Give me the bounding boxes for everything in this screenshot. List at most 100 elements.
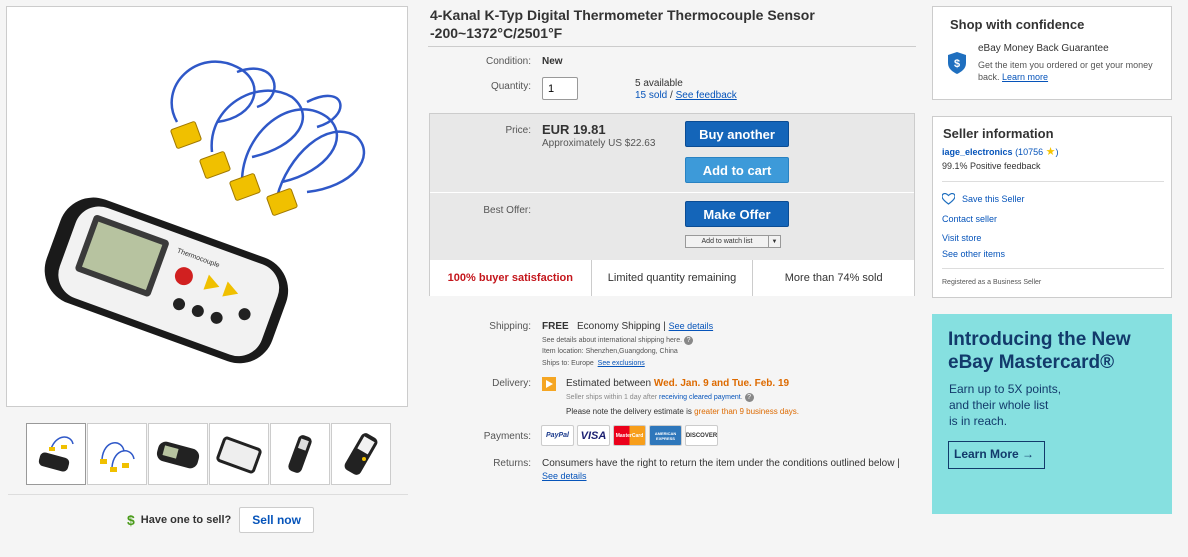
discover-logo: DISCOVER [685, 425, 718, 446]
thumbnail-1[interactable] [26, 423, 86, 485]
returns-label: Returns: [493, 458, 531, 469]
ad-text-line-3: is in reach. [949, 414, 1008, 428]
thumbnail-6[interactable] [331, 423, 391, 485]
quantity-label: Quantity: [490, 81, 531, 92]
visa-logo: VISA [577, 425, 610, 446]
condition-value: New [542, 56, 563, 67]
payment-logos: PayPal VISA MasterCard AMERICAN EXPRESS … [541, 425, 718, 446]
ad-text-line-2: and their whole list [949, 398, 1049, 412]
heart-icon[interactable] [941, 192, 956, 208]
help-icon[interactable]: ? [744, 393, 754, 402]
returns-text: Consumers have the right to return the i… [542, 458, 900, 469]
add-to-watch-list-button[interactable]: Add to watch list [685, 235, 769, 248]
stats-bar: 100% buyer satisfaction Limited quantity… [430, 260, 914, 296]
guarantee-title: eBay Money Back Guarantee [978, 43, 1109, 54]
delivery-flag-icon [542, 377, 556, 391]
ad-text-line-1: Earn up to 5X points, [949, 382, 1062, 396]
ships-to: Ships to: Europe [542, 360, 594, 367]
make-offer-button[interactable]: Make Offer [685, 201, 789, 227]
see-other-items-link[interactable]: See other items [942, 249, 1005, 259]
shipping-method: Economy Shipping [577, 321, 661, 332]
price-value: EUR 19.81 [542, 122, 606, 137]
sell-now-button[interactable]: Sell now [239, 507, 314, 533]
sell-text: Have one to sell? [140, 514, 232, 526]
thumbnail-strip [26, 423, 391, 485]
ad-title: Introducing the New eBay Mastercard® [948, 328, 1168, 374]
dollar-icon: $ [127, 512, 135, 528]
visit-store-link[interactable]: Visit store [942, 233, 981, 243]
item-location: Item location: Shenzhen,Guangdong, China [542, 348, 678, 355]
stat-limited-quantity: Limited quantity remaining [592, 260, 754, 296]
contact-seller-link[interactable]: Contact seller [942, 214, 997, 224]
stat-percent-sold: More than 74% sold [784, 272, 883, 284]
seller-divider-1 [942, 181, 1164, 182]
shipping-free: FREE [542, 321, 569, 332]
payments-label: Payments: [483, 431, 531, 442]
paypal-logo: PayPal [541, 425, 574, 446]
delivery-dates: Wed. Jan. 9 and Tue. Feb. 19 [653, 378, 790, 389]
thumbnail-4[interactable] [209, 423, 269, 485]
ad-button-label: Learn More [954, 447, 1019, 461]
seller-divider-2 [942, 268, 1164, 269]
ships-to-line: Ships to: Europe See exclusions [542, 360, 645, 367]
ad-learn-more-button[interactable]: Learn More → [948, 441, 1045, 469]
arrow-right-icon: → [1022, 447, 1035, 461]
confidence-title: Shop with confidence [950, 17, 1085, 32]
main-product-image[interactable]: Thermocouple [6, 6, 408, 407]
seller-ships-line: Seller ships within 1 day after receivin… [566, 393, 754, 402]
guarantee-desc-block: Get the item you ordered or get your mon… [978, 59, 1168, 83]
seller-ships-text: Seller ships within 1 day after [566, 394, 658, 401]
delivery-label: Delivery: [492, 378, 531, 389]
delivery-note: Please note the delivery estimate is gre… [566, 407, 799, 416]
seller-score[interactable]: (10756 [1015, 147, 1043, 157]
returns-details-link[interactable]: See details [542, 471, 587, 481]
seller-feedback: 99.1% Positive feedback [942, 161, 1041, 171]
shipping-line: FREE Economy Shipping | See details [542, 321, 713, 332]
thumbnail-2[interactable] [87, 423, 147, 485]
see-exclusions-link[interactable]: See exclusions [598, 360, 645, 367]
intl-shipping-line: See details about international shipping… [542, 336, 694, 345]
thumbnail-3[interactable] [148, 423, 208, 485]
sold-sep: / [667, 90, 676, 101]
shipping-label: Shipping: [489, 321, 531, 332]
available-count: 5 available [635, 78, 683, 89]
buybox-divider [430, 192, 914, 193]
buy-another-button[interactable]: Buy another [685, 121, 789, 147]
cleared-payment-link[interactable]: receiving cleared payment [659, 394, 741, 401]
shop-confidence-card: Shop with confidence $ eBay Money Back G… [932, 6, 1172, 100]
mastercard-logo: MasterCard [613, 425, 646, 446]
sold-link[interactable]: 15 sold [635, 90, 667, 101]
svg-text:$: $ [954, 58, 960, 70]
learn-more-link[interactable]: Learn more [1002, 72, 1048, 82]
delivery-note-prefix: Please note the delivery estimate is [566, 407, 692, 416]
ad-title-line-1: Introducing the New [948, 329, 1131, 350]
ad-title-line-2: eBay Mastercard® [948, 352, 1115, 373]
amex-logo: AMERICAN EXPRESS [649, 425, 682, 446]
see-feedback-link[interactable]: See feedback [676, 90, 737, 101]
quantity-input[interactable] [542, 77, 578, 100]
seller-name-line: iage_electronics (10756 ★) [942, 145, 1058, 158]
title-divider [428, 46, 916, 47]
seller-info-card: Seller information iage_electronics (107… [932, 116, 1172, 298]
shield-icon: $ [947, 51, 967, 78]
shipping-details-link[interactable]: See details [669, 321, 714, 331]
watch-list-dropdown-icon[interactable]: ▼ [769, 235, 781, 248]
thumbnail-5[interactable] [270, 423, 330, 485]
seller-name-link[interactable]: iage_electronics [942, 147, 1013, 157]
left-divider [8, 494, 408, 495]
stat-buyer-satisfaction: 100% buyer satisfaction [430, 260, 592, 296]
seller-info-title: Seller information [943, 126, 1054, 141]
intl-shipping-text: See details about international shipping… [542, 337, 683, 344]
returns-text-block: Consumers have the right to return the i… [542, 458, 902, 483]
condition-label: Condition: [485, 56, 531, 67]
add-to-cart-button[interactable]: Add to cart [685, 157, 789, 183]
delivery-estimate: Estimated between Wed. Jan. 9 and Tue. F… [566, 378, 789, 389]
help-icon[interactable]: ? [684, 336, 694, 345]
buy-box: Price: EUR 19.81 Approximately US $22.63… [429, 113, 915, 296]
cleared-suffix: . [740, 394, 743, 401]
save-seller-link[interactable]: Save this Seller [962, 194, 1025, 204]
mastercard-ad-banner[interactable]: Introducing the New eBay Mastercard® Ear… [932, 314, 1172, 514]
ad-text: Earn up to 5X points, and their whole li… [949, 381, 1149, 429]
price-approx: Approximately US $22.63 [542, 138, 656, 149]
sold-line: 15 sold / See feedback [635, 90, 737, 101]
